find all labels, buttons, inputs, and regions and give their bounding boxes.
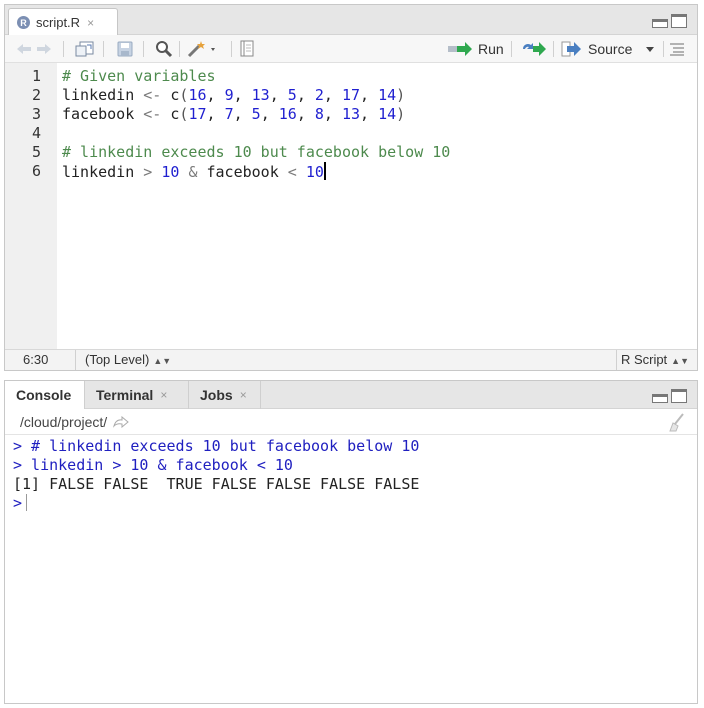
- source-icon: [561, 41, 581, 57]
- outline-icon[interactable]: [669, 40, 685, 58]
- run-label: Run: [478, 41, 504, 57]
- show-in-window-icon[interactable]: [75, 40, 95, 58]
- back-arrow-icon[interactable]: [15, 40, 33, 58]
- working-directory-bar: /cloud/project/: [5, 409, 697, 435]
- editor-tab-bar: R script.R ×: [5, 5, 697, 36]
- magic-wand-icon[interactable]: [187, 40, 217, 58]
- line-number: 4: [31, 124, 41, 142]
- code-line-2: linkedin <- c(16, 9, 13, 5, 2, 17, 14): [62, 86, 406, 104]
- updown-icon: ▲▼: [671, 356, 689, 366]
- console-tab-bar: Console Terminal × Jobs ×: [5, 381, 697, 409]
- close-tab-icon[interactable]: ×: [160, 388, 167, 402]
- tab-console[interactable]: Console: [5, 381, 85, 409]
- minimize-pane-icon[interactable]: [652, 19, 668, 28]
- source-dropdown-icon[interactable]: [642, 44, 658, 54]
- line-number: 2: [31, 86, 41, 104]
- run-button[interactable]: Run: [447, 40, 504, 58]
- code-line-1: # Given variables: [62, 67, 216, 85]
- compile-notebook-icon[interactable]: [239, 40, 255, 58]
- line-number: 6: [31, 162, 41, 180]
- console-pane: Console Terminal × Jobs × /cloud/project/ …: [4, 380, 698, 704]
- file-type-selector[interactable]: R Script ▲▼: [621, 352, 689, 367]
- close-tab-icon[interactable]: ×: [240, 388, 247, 402]
- line-number: 5: [31, 143, 41, 161]
- console-input-line: > linkedin > 10 & facebook < 10: [13, 456, 293, 474]
- go-to-directory-icon[interactable]: [113, 415, 129, 429]
- line-number-gutter: 1 2 3 4 5 6: [5, 63, 57, 350]
- editor-toolbar: Run Source: [5, 35, 697, 63]
- maximize-pane-icon[interactable]: [671, 389, 687, 403]
- console-result-line: [1] FALSE FALSE TRUE FALSE FALSE FALSE F…: [13, 475, 420, 493]
- run-icon: [448, 42, 472, 56]
- console-input-line: > # linkedin exceeds 10 but facebook bel…: [13, 437, 420, 455]
- close-tab-icon[interactable]: ×: [87, 16, 94, 30]
- r-file-icon: R: [17, 16, 30, 29]
- code-line-3: facebook <- c(17, 7, 5, 16, 8, 13, 14): [62, 105, 406, 123]
- code-editor[interactable]: 1 2 3 4 5 6 # Given variables linkedin <…: [5, 63, 697, 350]
- line-number: 3: [31, 105, 41, 123]
- rerun-icon[interactable]: [521, 40, 547, 58]
- file-tab-script-r[interactable]: R script.R ×: [8, 8, 118, 36]
- tab-jobs[interactable]: Jobs ×: [189, 381, 261, 409]
- source-label: Source: [588, 41, 633, 57]
- maximize-pane-icon[interactable]: [671, 14, 687, 28]
- cursor-position: 6:30: [23, 352, 49, 367]
- text-cursor: [323, 162, 326, 180]
- scope-selector[interactable]: (Top Level) ▲▼: [85, 352, 171, 367]
- editor-status-bar: 6:30 (Top Level) ▲▼ R Script ▲▼: [5, 349, 697, 370]
- updown-icon: ▲▼: [153, 356, 172, 366]
- line-number: 1: [31, 67, 41, 85]
- save-icon[interactable]: [117, 40, 133, 58]
- minimize-pane-icon[interactable]: [652, 394, 668, 403]
- clear-console-icon[interactable]: [667, 412, 689, 432]
- console-cursor: [26, 494, 28, 511]
- code-line-6: linkedin > 10 & facebook < 10: [62, 162, 326, 181]
- source-editor-pane: R script.R × Run Source 1 2 3 4 5 6 # Gi…: [4, 4, 698, 371]
- working-directory-path: /cloud/project/: [20, 414, 129, 430]
- console-prompt[interactable]: >: [13, 494, 28, 512]
- tab-terminal[interactable]: Terminal ×: [85, 381, 189, 409]
- source-button[interactable]: Source: [561, 40, 658, 58]
- code-line-5: # linkedin exceeds 10 but facebook below…: [62, 143, 451, 161]
- file-tab-label: script.R: [36, 15, 81, 30]
- forward-arrow-icon[interactable]: [35, 40, 53, 58]
- search-icon[interactable]: [155, 40, 173, 58]
